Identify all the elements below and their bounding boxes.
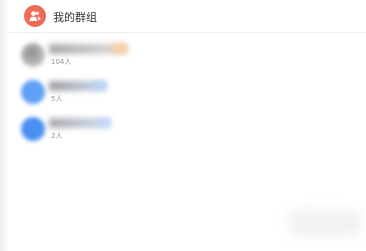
left-pane-edge [0,0,9,251]
group-avatar [21,80,45,104]
member-count: 5人 [51,95,63,103]
group-list-item[interactable]: 5人 [9,75,366,112]
group-list-item[interactable]: 104人 [9,38,366,75]
group-tag-redacted [97,118,111,127]
member-count: 104人 [51,58,72,66]
group-list: 104人 5人 2人 [9,38,366,149]
group-tag-redacted [93,81,107,90]
redacted-region [289,210,361,236]
group-avatar [21,117,45,141]
member-count: 2人 [51,132,63,140]
panel-title: 我的群组 [53,11,97,24]
panel-header: 我的群组 [9,0,366,33]
group-tag-redacted [113,44,127,53]
group-icon [24,5,46,27]
my-groups-panel: 我的群组 104人 5人 2人 [9,0,366,251]
group-avatar [21,43,45,67]
group-list-item[interactable]: 2人 [9,112,366,149]
